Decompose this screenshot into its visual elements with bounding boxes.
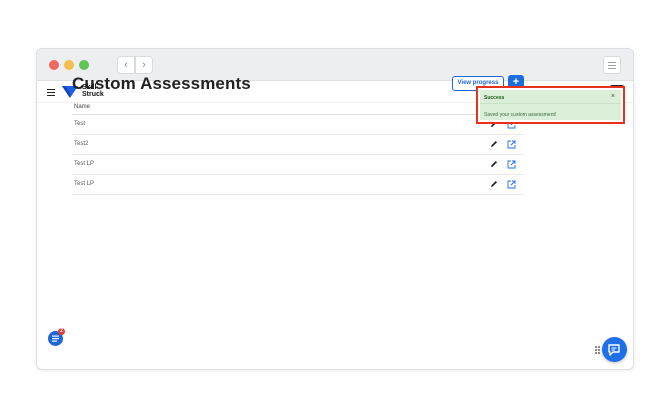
window-menu-icon[interactable] [603, 56, 621, 74]
table-row: Test LP [72, 175, 524, 195]
table-row: Test [72, 115, 524, 135]
close-window-button[interactable] [49, 60, 59, 70]
assessment-name: Test [74, 121, 86, 127]
toast-body: Success × Saved your custom assessment! [480, 90, 621, 120]
edit-pencil-icon[interactable] [490, 140, 498, 148]
success-toast: Success × Saved your custom assessment! [476, 86, 625, 124]
edit-pencil-icon[interactable] [490, 180, 498, 188]
assessment-name: Test LP [74, 161, 95, 167]
assessment-name: Test LP [74, 181, 95, 187]
table-row: Test LP [72, 155, 524, 175]
assessments-table: Name Test Test2 Test LP Test LP [72, 101, 524, 195]
assessment-name: Test2 [74, 141, 89, 147]
maximize-window-button[interactable] [79, 60, 89, 70]
open-external-icon[interactable] [507, 180, 516, 189]
chat-bubble-icon [608, 344, 620, 356]
edit-pencil-icon[interactable] [490, 160, 498, 168]
table-row: Test2 [72, 135, 524, 155]
drag-handle-icon[interactable] [595, 346, 601, 354]
back-button[interactable]: ‹ [117, 56, 135, 74]
hamburger-menu-icon[interactable] [47, 89, 55, 97]
page-title: Custom Assessments [72, 74, 251, 93]
chat-support-button[interactable] [602, 337, 627, 362]
forward-button[interactable]: › [135, 56, 153, 74]
open-external-icon[interactable] [507, 140, 516, 149]
toast-header: Success × [480, 90, 621, 104]
toast-message: Saved your custom assessment! [484, 112, 557, 118]
column-header-name: Name [72, 101, 524, 115]
open-external-icon[interactable] [507, 160, 516, 169]
notification-badge: 2 [58, 328, 65, 335]
minimize-window-button[interactable] [64, 60, 74, 70]
toast-title: Success [484, 95, 505, 101]
toast-close-button[interactable]: × [611, 93, 615, 100]
